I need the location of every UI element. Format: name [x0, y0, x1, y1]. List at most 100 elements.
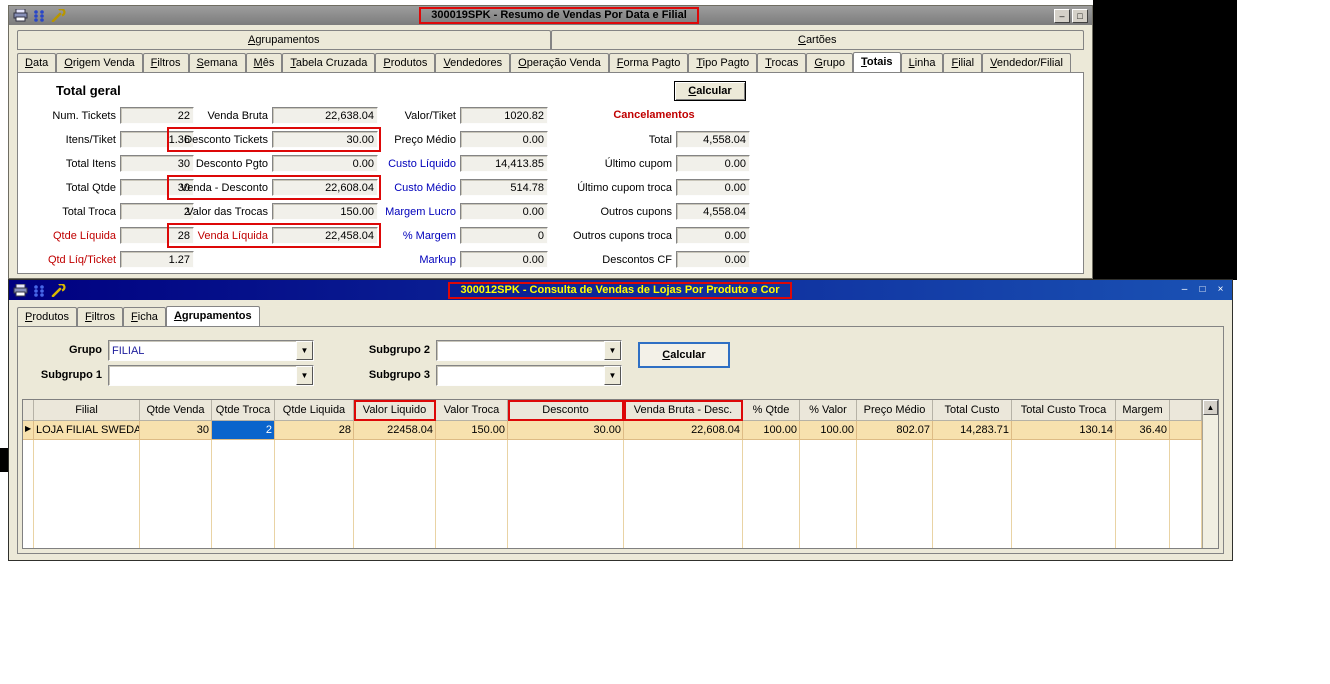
- minimize-button[interactable]: –: [1177, 283, 1192, 297]
- grid-cell-qtde-troca-selected[interactable]: 2: [212, 421, 275, 440]
- field-label: Venda Bruta: [207, 109, 268, 122]
- grid-header-valor-troca: Valor Troca: [436, 400, 508, 421]
- close-button[interactable]: ×: [1213, 283, 1228, 297]
- field-label: Total Itens: [65, 157, 116, 170]
- tab-agrupamentos[interactable]: Agrupamentos: [165, 306, 260, 327]
- database-icon[interactable]: [32, 9, 47, 22]
- subgrupo2-select[interactable]: ▼: [436, 340, 622, 361]
- printer-icon[interactable]: [13, 283, 28, 297]
- field-valor-tiket: Valor/Tiket 1020.82: [366, 106, 548, 125]
- grid-cell-margem[interactable]: 36.40: [1116, 421, 1170, 440]
- grid-cell-filial[interactable]: LOJA FILIAL SWEDA: [34, 421, 140, 440]
- chevron-down-icon[interactable]: ▼: [296, 341, 313, 360]
- tab-group-cartoes[interactable]: Cartões: [550, 30, 1084, 49]
- field-value: 150.00: [272, 203, 378, 220]
- window2-titlebar[interactable]: 300012SPK - Consulta de Vendas de Lojas …: [9, 280, 1232, 300]
- subgrupo1-select[interactable]: ▼: [108, 365, 314, 386]
- grid-cell-total-custo-troca[interactable]: 130.14: [1012, 421, 1116, 440]
- grid-empty-area: [23, 440, 1202, 548]
- window-consulta-vendas-lojas: 300012SPK - Consulta de Vendas de Lojas …: [8, 279, 1233, 561]
- field-label: Num. Tickets: [52, 109, 116, 122]
- grid-cell-preco-medio[interactable]: 802.07: [857, 421, 933, 440]
- wrench-icon[interactable]: [51, 283, 66, 297]
- calcular-button-window2[interactable]: Calcular: [638, 342, 730, 368]
- field-value: 30.00: [272, 131, 378, 148]
- tab-linha[interactable]: Linha: [900, 53, 944, 72]
- wrench-icon[interactable]: [51, 9, 66, 22]
- grid-empty-cell: [933, 440, 1012, 548]
- tab-filial[interactable]: Filial: [943, 53, 983, 72]
- subgrupo3-select[interactable]: ▼: [436, 365, 622, 386]
- window1-tab-bar: Data Origem Venda Filtros Semana Mês Tab…: [17, 52, 1084, 73]
- tab-data[interactable]: Data: [17, 53, 57, 72]
- tab-semana[interactable]: Semana: [188, 53, 246, 72]
- field-label: Margem Lucro: [385, 205, 456, 218]
- grid-cell-total-custo[interactable]: 14,283.71: [933, 421, 1012, 440]
- tab-forma-pagto[interactable]: Forma Pagto: [608, 53, 689, 72]
- grid-body: Filial Qtde Venda Qtde Troca Qtde Liquid…: [23, 400, 1202, 548]
- grid-cell-desconto[interactable]: 30.00: [508, 421, 624, 440]
- grid-empty-cell: [743, 440, 800, 548]
- printer-icon[interactable]: [13, 9, 28, 22]
- field-label: Custo Médio: [394, 181, 456, 194]
- grid-cell-valor-liquido[interactable]: 22458.04: [354, 421, 436, 440]
- grid-empty-cell: [275, 440, 354, 548]
- chevron-down-icon[interactable]: ▼: [604, 341, 621, 360]
- field-label: % Margem: [402, 229, 456, 242]
- field-label: Total Qtde: [65, 181, 116, 194]
- tab-grupo[interactable]: Grupo: [806, 53, 853, 72]
- tab-produtos[interactable]: Produtos: [375, 53, 436, 72]
- field-margem-lucro: Margem Lucro 0.00: [366, 202, 548, 221]
- field-value: 0.00: [676, 251, 750, 268]
- tab-ficha[interactable]: Ficha: [123, 307, 166, 326]
- field-markup: Markup 0.00: [366, 250, 548, 269]
- database-icon[interactable]: [32, 284, 47, 297]
- field-outros-cupons-troca: Outros cupons troca 0.00: [558, 226, 750, 245]
- grid-cell-qtde-venda[interactable]: 30: [140, 421, 212, 440]
- tab-origem-venda[interactable]: Origem Venda: [56, 53, 143, 72]
- scrollbar-up-icon[interactable]: ▲: [1203, 400, 1218, 415]
- tab-vendedores[interactable]: Vendedores: [435, 53, 511, 72]
- tab-group-agrupamentos[interactable]: Agrupamentos: [17, 30, 551, 49]
- tab-produtos-w2[interactable]: Produtos: [17, 307, 78, 326]
- tab-filtros[interactable]: Filtros: [142, 53, 189, 72]
- grid-cell-pct-valor[interactable]: 100.00: [800, 421, 857, 440]
- grid-cell-venda-bruta-desc[interactable]: 22,608.04: [624, 421, 743, 440]
- cancelamentos-title: Cancelamentos: [613, 109, 695, 121]
- field-label: Último cupom: [604, 157, 672, 170]
- grid-header-pct-valor: % Valor: [800, 400, 857, 421]
- field-value: 0.00: [460, 131, 548, 148]
- chevron-down-icon[interactable]: ▼: [296, 366, 313, 385]
- field-preco-medio: Preço Médio 0.00: [366, 130, 548, 149]
- tab-totais[interactable]: Totais: [852, 52, 901, 73]
- maximize-button[interactable]: □: [1072, 8, 1088, 23]
- grid-cell-pct-qtde[interactable]: 100.00: [743, 421, 800, 440]
- grid-header-row: Filial Qtde Venda Qtde Troca Qtde Liquid…: [23, 400, 1202, 421]
- chevron-down-icon[interactable]: ▼: [604, 366, 621, 385]
- grid-cell-qtde-liquida[interactable]: 28: [275, 421, 354, 440]
- grid-cell-valor-troca[interactable]: 150.00: [436, 421, 508, 440]
- window1-titlebar[interactable]: 300019SPK - Resumo de Vendas Por Data e …: [9, 6, 1092, 25]
- grid-data-row[interactable]: ▶ LOJA FILIAL SWEDA 30 2 28 22458.04 150…: [23, 421, 1202, 440]
- maximize-button[interactable]: □: [1195, 283, 1210, 297]
- field-label: Último cupom troca: [577, 181, 672, 194]
- grupo-value: FILIAL: [112, 345, 145, 357]
- tab-vendedor-filial[interactable]: Vendedor/Filial: [982, 53, 1071, 72]
- grupo-select[interactable]: FILIAL ▼: [108, 340, 314, 361]
- tab-mes[interactable]: Mês: [245, 53, 283, 72]
- field-ultimo-cupom-troca: Último cupom troca 0.00: [558, 178, 750, 197]
- tab-operacao-venda[interactable]: Operação Venda: [510, 53, 609, 72]
- grid-header-total-custo-troca: Total Custo Troca: [1012, 400, 1116, 421]
- tab-tabela-cruzada[interactable]: Tabela Cruzada: [282, 53, 376, 72]
- calcular-button-window1[interactable]: Calcular: [674, 81, 746, 101]
- tab-trocas[interactable]: Trocas: [757, 53, 807, 72]
- vertical-scrollbar[interactable]: ▲: [1202, 400, 1218, 548]
- tab-tipo-pagto[interactable]: Tipo Pagto: [688, 53, 758, 72]
- subgrupo3-label: Subgrupo 3: [368, 369, 430, 381]
- tab-filtros-w2[interactable]: Filtros: [77, 307, 124, 326]
- minimize-button[interactable]: –: [1054, 8, 1070, 23]
- field-label: Total: [648, 133, 672, 146]
- window1-content: Total geral Calcular Num. Tickets 22 Iten…: [17, 72, 1084, 274]
- grid-header-qtde-liquida: Qtde Liquida: [275, 400, 354, 421]
- window2-tab-bar: Produtos Filtros Ficha Agrupamentos: [17, 306, 260, 327]
